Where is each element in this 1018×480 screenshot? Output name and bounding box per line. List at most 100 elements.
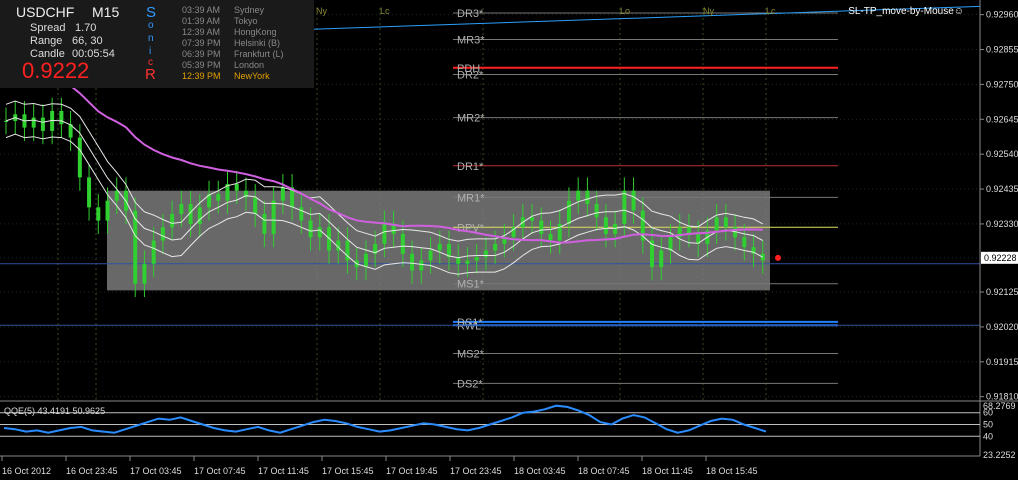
- candle-body: [170, 213, 175, 228]
- side-letter-s: S: [146, 4, 157, 21]
- candle-body: [133, 210, 138, 284]
- qqe-tick-label: 40: [983, 431, 993, 441]
- candle-body: [659, 250, 664, 268]
- pivot-level-label: DS2*: [457, 378, 483, 390]
- candle-body: [493, 243, 498, 251]
- pivot-level-label: MR3*: [457, 35, 485, 47]
- side-letter-i: i: [149, 46, 152, 57]
- price-tick-label: 0.92645: [986, 114, 1018, 124]
- candle-body: [400, 233, 405, 254]
- time-tick-label: 16 Oct 2012: [2, 466, 51, 476]
- candle-body: [483, 250, 488, 258]
- candle-body: [280, 187, 285, 201]
- side-letter-o: o: [148, 20, 154, 31]
- pivot-level-label: MS1*: [457, 279, 485, 291]
- session-time: 06:39 PM: [182, 49, 221, 59]
- qqe-tick-label: 50: [983, 420, 993, 430]
- time-tick-label: 17 Oct 11:45: [258, 466, 309, 476]
- candle-body: [40, 117, 45, 131]
- session-time: 01:39 AM: [182, 16, 221, 26]
- session-name: Frankfurt (L): [234, 49, 284, 59]
- candle-body: [262, 213, 267, 234]
- time-tick-label: 17 Oct 07:45: [194, 466, 246, 476]
- pivot-level-label: DR1*: [457, 161, 484, 173]
- range-value: 66, 30: [72, 35, 103, 47]
- time-tick-label: 18 Oct 03:45: [514, 466, 566, 476]
- spread-value: 1.70: [75, 22, 97, 34]
- candle-body: [216, 194, 221, 201]
- candle-body: [437, 243, 442, 251]
- candle-body: [742, 237, 747, 248]
- spread-label: Spread: [30, 22, 66, 34]
- candle-body: [428, 250, 433, 261]
- candle-body: [474, 257, 479, 261]
- candle-body: [308, 220, 313, 238]
- candle-body: [87, 177, 92, 208]
- session-time: 12:39 PM: [182, 71, 221, 81]
- candle-body: [613, 223, 618, 234]
- pivot-level-label: DR2*: [457, 69, 484, 81]
- session-time: 05:39 PM: [182, 60, 221, 70]
- candle-body: [530, 217, 535, 221]
- candle-body: [714, 217, 719, 231]
- session-name: NewYork: [234, 71, 270, 81]
- candle-body: [723, 217, 728, 228]
- session-time: 07:39 PM: [182, 38, 221, 48]
- candle-body: [548, 233, 553, 241]
- candle-body: [566, 200, 571, 224]
- candle-body: [603, 217, 608, 234]
- pivot-level-label: MS2*: [457, 348, 485, 360]
- ea-label: SL-TP_move-by-Mouse☺: [848, 6, 964, 17]
- symbol-label: USDCHF: [16, 4, 75, 20]
- session-marker: Lc: [766, 6, 776, 16]
- time-tick-label: 17 Oct 15:45: [322, 466, 374, 476]
- candle-body: [382, 223, 387, 244]
- qqe-tick-label: 60: [983, 408, 993, 418]
- pivot-level-label: MR1*: [457, 192, 485, 204]
- candle-body: [77, 137, 82, 178]
- bid-price: 0.9222: [22, 58, 90, 83]
- candle-body: [271, 200, 276, 234]
- price-tick-label: 0.92020: [986, 322, 1018, 332]
- candle-body: [585, 190, 590, 204]
- candle-body: [465, 260, 470, 264]
- candle-body: [317, 227, 322, 238]
- session-marker: Ny: [703, 6, 714, 16]
- session-marker: Ny: [316, 6, 327, 16]
- range-label: Range: [30, 35, 63, 47]
- candle-body: [668, 237, 673, 251]
- candle-body: [114, 190, 119, 201]
- pivot-level-label: MR2*: [457, 113, 485, 125]
- candle-body: [631, 190, 636, 211]
- candle-body: [594, 204, 599, 218]
- candle-body: [59, 110, 64, 125]
- candle-body: [539, 220, 544, 234]
- candle-body: [622, 190, 627, 224]
- candle-body: [96, 207, 101, 221]
- session-marker: Lo: [620, 6, 630, 16]
- side-letter-n: n: [148, 33, 154, 44]
- price-tick-label: 0.92750: [986, 79, 1018, 89]
- time-tick-label: 17 Oct 19:45: [386, 466, 438, 476]
- price-tick-label: 0.92960: [986, 10, 1018, 20]
- session-name: Tokyo: [234, 16, 258, 26]
- price-tick-label: 0.92125: [986, 287, 1018, 297]
- price-tick-label: 0.92540: [986, 149, 1018, 159]
- candle-body: [363, 253, 368, 268]
- candle-body: [299, 207, 304, 221]
- candle-body: [4, 120, 8, 122]
- session-marker: Lc: [380, 6, 390, 16]
- price-tick-label: 0.92855: [986, 45, 1018, 55]
- candle-body: [151, 240, 156, 264]
- candle-body: [31, 117, 36, 128]
- price-tick-label: 0.92435: [986, 184, 1018, 194]
- candle-body: [105, 200, 110, 221]
- session-name: Helsinki (B): [234, 38, 281, 48]
- candle-body: [142, 263, 147, 284]
- time-tick-label: 18 Oct 07:45: [578, 466, 630, 476]
- timeframe-label: M15: [92, 4, 120, 20]
- time-tick-label: 18 Oct 15:45: [706, 466, 758, 476]
- time-tick-label: 17 Oct 23:45: [450, 466, 502, 476]
- session-name: HongKong: [234, 27, 277, 37]
- current-price-label: 0.92228: [984, 253, 1017, 263]
